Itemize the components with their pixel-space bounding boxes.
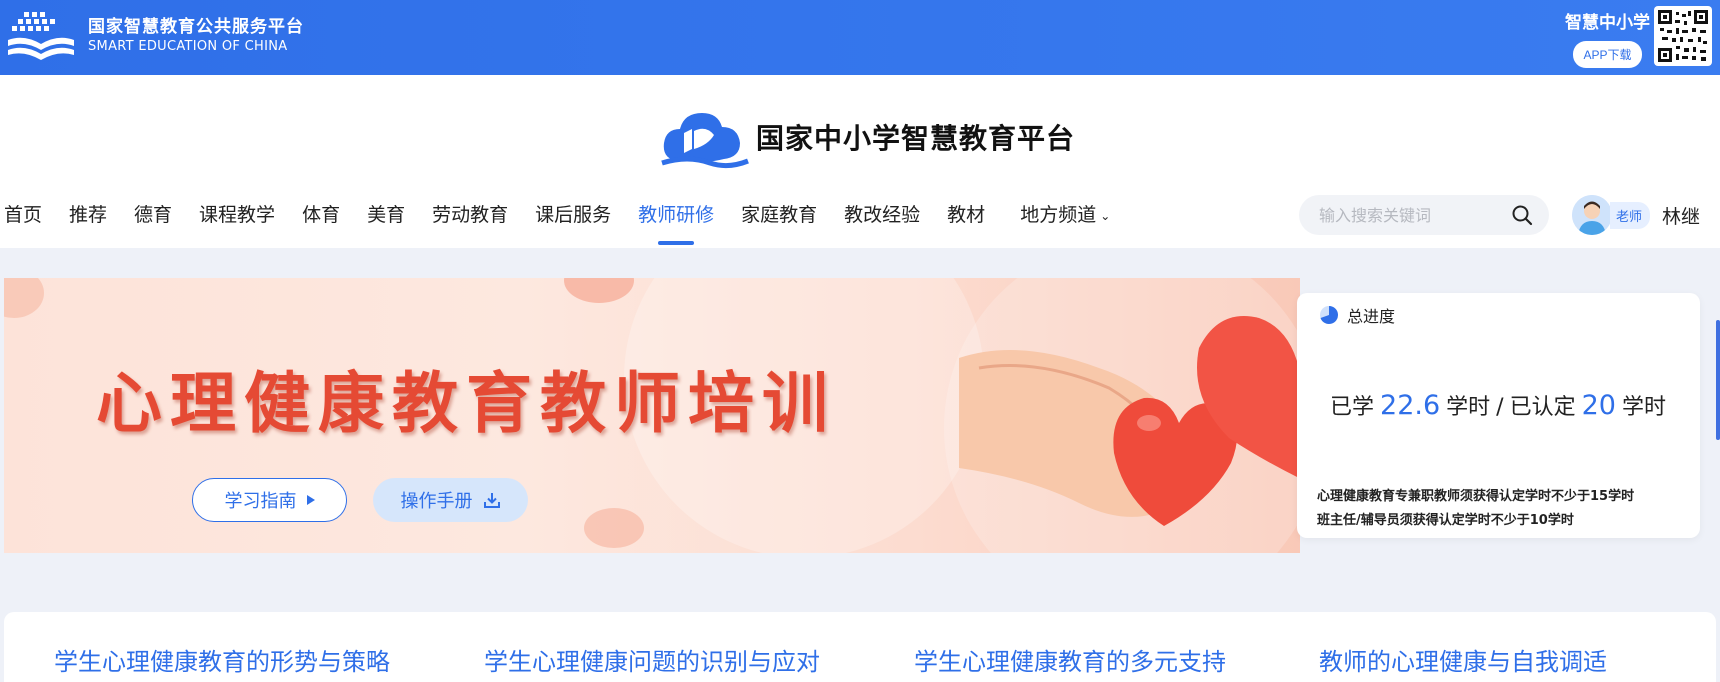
- brand-name-cn: 国家智慧教育公共服务平台: [88, 17, 304, 37]
- download-icon: [483, 493, 500, 508]
- avatar[interactable]: [1572, 195, 1612, 235]
- certified-label: 已认定: [1509, 395, 1576, 420]
- requirement-note-2: 班主任/辅导员须获得认定学时不少于10学时: [1317, 513, 1574, 528]
- search-input[interactable]: [1319, 205, 1504, 225]
- progress-header: 总进度: [1319, 303, 1395, 327]
- course-tab-support[interactable]: 学生心理健康教育的多元支持: [914, 642, 1226, 677]
- main-nav: 首页 推荐 德育 课程教学 体育 美育 劳动教育 课后服务 教师研修 家庭教育 …: [4, 197, 1137, 245]
- course-tab-self-care[interactable]: 教师的心理健康与自我调适: [1319, 642, 1607, 677]
- nav-item-textbooks[interactable]: 教材: [947, 197, 985, 233]
- pie-chart-icon: [1320, 306, 1338, 324]
- nav-item-moral[interactable]: 德育: [134, 197, 172, 233]
- nav-item-family[interactable]: 家庭教育: [741, 197, 817, 233]
- certified-hours: 20: [1581, 390, 1616, 421]
- user-manual-button[interactable]: 操作手册: [373, 478, 528, 522]
- requirement-note-1: 心理健康教育专兼职教师须获得认定学时不少于15学时: [1317, 489, 1635, 504]
- course-tab-identification[interactable]: 学生心理健康问题的识别与应对: [484, 642, 820, 677]
- decorative-petal: [584, 508, 644, 548]
- learned-hours: 22.6: [1380, 390, 1441, 421]
- search-box: [1299, 195, 1549, 235]
- progress-heading: 总进度: [1347, 307, 1396, 326]
- requirement-notes: 心理健康教育专兼职教师须获得认定学时不少于15学时 班主任/辅导员须获得认定学时…: [1317, 485, 1634, 533]
- brand-name-en: SMART EDUCATION OF CHINA: [88, 39, 288, 54]
- hand-heart-illustration-icon: [959, 316, 1299, 526]
- nav-item-local-label: 地方频道: [1020, 204, 1097, 226]
- app-title: 智慧中小学: [1565, 13, 1650, 33]
- nav-item-arts[interactable]: 美育: [367, 197, 405, 233]
- stats-separator: /: [1496, 395, 1504, 420]
- course-tab-situation[interactable]: 学生心理健康教育的形势与策略: [54, 642, 390, 677]
- scrollbar[interactable]: [1716, 320, 1720, 440]
- role-badge: 老师: [1610, 201, 1651, 229]
- user-name[interactable]: 林继: [1662, 202, 1700, 229]
- progress-card: 总进度 已学 22.6 学时 / 已认定 20 学时 心理健康教育专兼职教师须获…: [1297, 293, 1700, 538]
- chevron-down-icon: ⌄: [1100, 208, 1111, 223]
- play-arrow-icon: [306, 495, 315, 505]
- learned-label: 已学: [1330, 395, 1375, 420]
- user-manual-label: 操作手册: [400, 491, 473, 511]
- top-bar: 国家智慧教育公共服务平台 SMART EDUCATION OF CHINA 智慧…: [0, 0, 1720, 75]
- nav-item-home[interactable]: 首页: [4, 197, 42, 233]
- banner-title: 心理健康教育教师培训: [96, 365, 836, 442]
- course-modules: 学生心理健康教育的形势与策略 学生心理健康问题的识别与应对 学生心理健康教育的多…: [4, 612, 1716, 682]
- platform-logo[interactable]: 国家中小学智慧教育平台: [658, 105, 1075, 169]
- app-download-area: 智慧中小学 APP下载: [1565, 8, 1650, 68]
- decorative-petal: [564, 278, 634, 303]
- platform-title: 国家中小学智慧教育平台: [756, 122, 1076, 155]
- training-banner: 心理健康教育教师培训 学习指南 操作手册: [4, 278, 1300, 553]
- certified-unit: 学时: [1621, 395, 1666, 420]
- user-menu[interactable]: 老师 林继: [1572, 195, 1700, 235]
- nav-item-teacher-training[interactable]: 教师研修: [638, 197, 714, 245]
- nav-item-labor[interactable]: 劳动教育: [432, 197, 508, 233]
- cloud-book-logo-icon: [661, 113, 749, 169]
- decorative-petal: [4, 278, 44, 318]
- nav-item-courses[interactable]: 课程教学: [199, 197, 275, 233]
- nav-item-reform[interactable]: 教改经验: [844, 197, 920, 233]
- qr-code-icon: [1654, 6, 1712, 66]
- nav-item-local-channel[interactable]: 地方频道 ⌄: [1020, 197, 1110, 233]
- nav-item-sports[interactable]: 体育: [302, 197, 340, 233]
- progress-stats: 已学 22.6 学时 / 已认定 20 学时: [1330, 389, 1666, 421]
- study-guide-button[interactable]: 学习指南: [192, 478, 347, 522]
- learned-unit: 学时: [1446, 395, 1491, 420]
- app-download-button[interactable]: APP下载: [1573, 41, 1642, 68]
- site-header: 国家中小学智慧教育平台 首页 推荐 德育 课程教学 体育 美育 劳动教育 课后服…: [0, 75, 1720, 248]
- book-logo-icon: [8, 12, 74, 60]
- brand[interactable]: 国家智慧教育公共服务平台 SMART EDUCATION OF CHINA: [4, 10, 304, 62]
- nav-item-recommend[interactable]: 推荐: [69, 197, 107, 233]
- nav-item-after-school[interactable]: 课后服务: [535, 197, 611, 233]
- search-icon[interactable]: [1511, 204, 1533, 226]
- study-guide-label: 学习指南: [224, 491, 297, 511]
